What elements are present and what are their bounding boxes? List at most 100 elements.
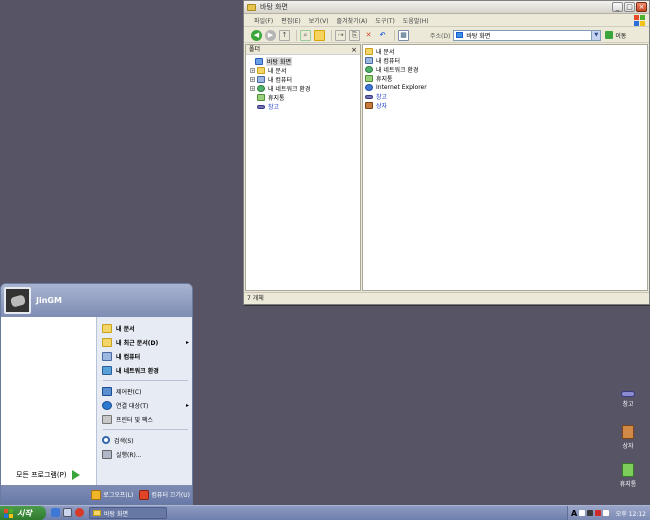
network-icon [257, 85, 265, 92]
search-button[interactable]: ⌕ [300, 29, 311, 41]
list-item[interactable]: 내 네트워크 환경 [365, 65, 647, 74]
list-item[interactable]: 내 컴퓨터 [365, 56, 647, 65]
menu-file[interactable]: 파일(F) [254, 16, 273, 25]
start-menu-item[interactable]: 내 문서 [97, 321, 192, 335]
start-button[interactable]: 시작 [0, 506, 46, 520]
avatar[interactable] [4, 287, 31, 314]
tree-item-label: 창고 [268, 104, 280, 111]
start-menu-item[interactable]: 내 컴퓨터 [97, 349, 192, 363]
windows-logo-icon [4, 508, 13, 518]
list-item-label: 내 문서 [376, 49, 395, 56]
volume-icon[interactable] [579, 510, 586, 516]
clock[interactable]: 오후 12:12 [616, 509, 646, 518]
close-pane-button[interactable]: × [351, 45, 357, 55]
tree-item[interactable]: + 내 네트워크 환경 [248, 84, 360, 93]
submenu-arrow-icon: ▸ [185, 401, 189, 409]
start-menu-item[interactable]: 내 네트워크 환경 [97, 363, 192, 377]
undo-button[interactable]: ↶ [377, 30, 388, 41]
desktop-icon [255, 58, 263, 65]
address-bar[interactable]: 바탕 화면 ▼ [453, 29, 602, 41]
list-item-label: 창고 [376, 94, 388, 101]
menu-favorites[interactable]: 즐겨찾기(A) [337, 16, 368, 25]
tree-item[interactable]: + 내 컴퓨터 [248, 75, 360, 84]
desktop-icon-recycle-bin[interactable]: 휴지통 [613, 463, 643, 488]
address-dropdown-button[interactable]: ▼ [591, 30, 601, 40]
toolbar-separator [394, 29, 395, 41]
folders-button[interactable] [314, 29, 325, 41]
ime-icon[interactable] [603, 510, 610, 516]
move-to-button[interactable]: ⇢ [335, 29, 346, 41]
log-off-button[interactable]: 로그오프(L) [91, 489, 133, 500]
list-item[interactable]: Internet Explorer [365, 83, 647, 92]
file-list: 내 문서 내 컴퓨터 내 네트워크 환경 휴지통 Internet Explorer 창고… [362, 44, 648, 291]
start-menu-item-label: 연결 대상(T) [116, 402, 149, 410]
start-menu-item-label: 내 최근 문서(D) [116, 339, 159, 347]
network-status-icon[interactable] [587, 510, 594, 516]
security-alert-icon[interactable] [595, 510, 602, 516]
close-button[interactable]: × [636, 2, 647, 12]
maximize-button[interactable]: □ [624, 2, 635, 12]
list-item[interactable]: 상자 [365, 101, 647, 110]
show-desktop-icon[interactable] [63, 508, 72, 517]
title-bar[interactable]: 바탕 화면 _ □ × [244, 1, 649, 14]
back-button[interactable]: ◀ [251, 29, 262, 41]
box-icon [365, 102, 373, 109]
go-label: 이동 [615, 32, 627, 40]
computer-icon [257, 76, 265, 83]
expand-toggle[interactable]: + [250, 86, 255, 91]
recycle-bin-icon [622, 463, 634, 477]
tree-item[interactable]: + 내 문서 [248, 66, 360, 75]
window-title: 바탕 화면 [260, 3, 288, 11]
menu-view[interactable]: 보기(V) [309, 16, 329, 25]
expand-toggle[interactable]: + [250, 68, 255, 73]
tree-item[interactable]: 창고 [248, 102, 360, 111]
media-player-icon[interactable] [75, 508, 84, 517]
power-icon [139, 489, 150, 500]
start-menu-item[interactable]: 프린터 및 팩스 [97, 412, 192, 426]
copy-to-button[interactable]: ⎘ [349, 29, 360, 41]
list-item[interactable]: 휴지통 [365, 74, 647, 83]
start-menu-item[interactable]: 제어판(C) [97, 384, 192, 398]
start-menu-item[interactable]: 검색(S) [97, 433, 192, 447]
internet-explorer-icon[interactable] [51, 508, 60, 517]
run-icon [102, 449, 112, 459]
desktop-icon-label: 휴지통 [619, 481, 637, 488]
desktop-icon-storage[interactable]: 창고 [613, 385, 643, 408]
menu-help[interactable]: 도움말(H) [403, 16, 429, 25]
tree-item-label: 휴지통 [268, 95, 285, 102]
desktop-icon-box[interactable]: 상자 [613, 425, 643, 450]
toolbar-separator [296, 29, 297, 41]
language-indicator-icon[interactable]: A [571, 509, 577, 518]
search-icon [102, 436, 110, 444]
views-button[interactable]: ▦ [398, 29, 409, 41]
list-item[interactable]: 내 문서 [365, 47, 647, 56]
tree-item[interactable]: 바탕 화면 [248, 57, 360, 66]
delete-button[interactable]: ✕ [363, 30, 374, 41]
start-menu-item[interactable]: 실행(R)... [97, 447, 192, 461]
menu-bar: 파일(F) 편집(E) 보기(V) 즐겨찾기(A) 도구(T) 도움말(H) [244, 15, 649, 27]
taskbar: 시작 바탕 화면 A 오후 12:12 [0, 505, 650, 520]
submenu-arrow-icon: ▸ [185, 338, 189, 346]
start-menu-item[interactable]: 연결 대상(T) ▸ [97, 398, 192, 412]
play-arrow-icon [71, 470, 80, 480]
forward-button[interactable]: ▶ [265, 29, 276, 41]
tree-item[interactable]: 휴지통 [248, 93, 360, 102]
windows-logo-icon [634, 15, 646, 26]
control-panel-icon [102, 386, 112, 396]
toolbar: ◀ ▶ ↑ ⌕ ⇢ ⎘ ✕ ↶ ▦ 주소(D) 바탕 화면 ▼ 이동 [244, 28, 649, 43]
start-menu-item[interactable]: 내 최근 문서(D) ▸ [97, 335, 192, 349]
menu-edit[interactable]: 편집(E) [281, 16, 301, 25]
menu-tools[interactable]: 도구(T) [375, 16, 394, 25]
list-item[interactable]: 창고 [365, 92, 647, 101]
start-menu-places: 내 문서 내 최근 문서(D) ▸ 내 컴퓨터 내 네트워크 환경 제어판(C) 연결 대상… [96, 317, 192, 487]
all-programs-button[interactable]: 모든 프로그램(P) [16, 470, 80, 480]
drive-icon [621, 391, 635, 397]
network-icon [365, 66, 373, 73]
expand-toggle[interactable]: + [250, 77, 255, 82]
up-folder-button[interactable]: ↑ [279, 29, 290, 41]
minimize-button[interactable]: _ [612, 2, 623, 12]
go-button[interactable]: 이동 [605, 31, 626, 40]
key-icon [91, 489, 102, 500]
shut-down-button[interactable]: 컴퓨터 끄기(U) [139, 489, 190, 500]
taskbar-button-desktop[interactable]: 바탕 화면 [89, 507, 167, 519]
